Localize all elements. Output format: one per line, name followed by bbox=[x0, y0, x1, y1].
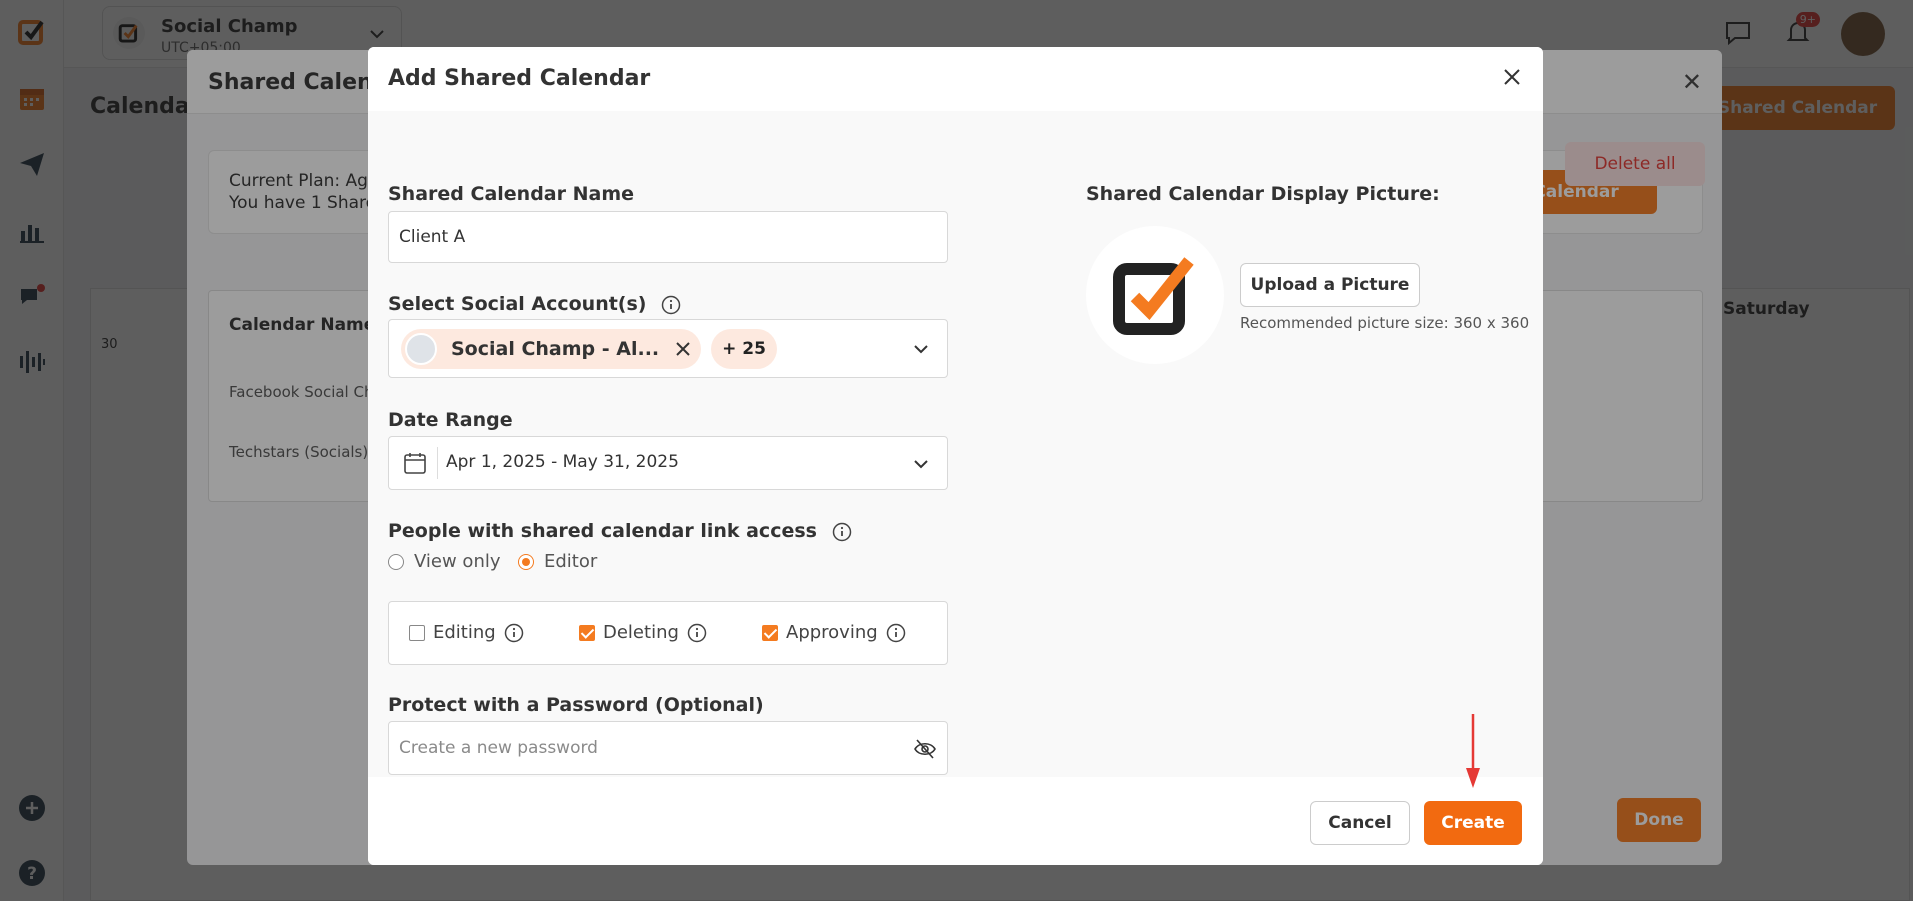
modal-title: Add Shared Calendar bbox=[388, 66, 651, 91]
radio-view-only-circle bbox=[388, 553, 404, 570]
radio-view-only[interactable]: View only bbox=[388, 551, 501, 572]
deleting-checkbox-box bbox=[579, 624, 595, 641]
divider bbox=[437, 447, 438, 479]
more-accounts-count[interactable]: + 25 bbox=[711, 329, 777, 369]
editing-label: Editing bbox=[433, 622, 496, 643]
social-accounts-select[interactable]: Social Champ - Al... + 25 bbox=[388, 319, 948, 378]
chevron-down-icon bbox=[914, 460, 928, 469]
deleting-checkbox[interactable]: Deleting bbox=[579, 622, 707, 643]
date-range-value: Apr 1, 2025 - May 31, 2025 bbox=[446, 452, 679, 472]
info-icon[interactable] bbox=[832, 522, 852, 542]
eye-off-icon[interactable] bbox=[913, 737, 937, 761]
radio-editor-circle bbox=[518, 553, 534, 570]
calendar-name-label: Shared Calendar Name bbox=[388, 183, 635, 205]
display-picture bbox=[1086, 226, 1224, 364]
info-icon[interactable] bbox=[886, 623, 906, 643]
permissions-box: Editing Deleting Approving bbox=[388, 601, 948, 665]
chevron-down-icon[interactable] bbox=[911, 339, 931, 359]
calendar-name-value: Client A bbox=[399, 227, 466, 247]
calendar-icon bbox=[404, 453, 426, 474]
date-range-label: Date Range bbox=[388, 409, 513, 431]
editing-checkbox-box bbox=[409, 624, 425, 641]
display-picture-label: Shared Calendar Display Picture: bbox=[1086, 183, 1440, 205]
password-input[interactable]: Create a new password bbox=[388, 721, 948, 775]
info-icon[interactable] bbox=[661, 295, 681, 315]
arrow-down-icon bbox=[1466, 714, 1480, 788]
approving-checkbox[interactable]: Approving bbox=[762, 622, 906, 643]
approving-label: Approving bbox=[786, 622, 878, 643]
radio-editor[interactable]: Editor bbox=[518, 551, 597, 572]
account-chip: Social Champ - Al... bbox=[401, 329, 701, 369]
remove-chip-icon[interactable] bbox=[671, 337, 695, 361]
calendar-name-input[interactable]: Client A bbox=[388, 211, 948, 263]
account-avatar bbox=[405, 333, 437, 365]
modal-body: Shared Calendar Name Client A Select Soc… bbox=[368, 111, 1543, 777]
password-label: Protect with a Password (Optional) bbox=[388, 694, 764, 716]
upload-picture-button[interactable]: Upload a Picture bbox=[1240, 263, 1420, 307]
info-icon[interactable] bbox=[504, 623, 524, 643]
social-accounts-label-text: Select Social Account(s) bbox=[388, 293, 647, 315]
radio-editor-label: Editor bbox=[544, 551, 598, 572]
access-label: People with shared calendar link access bbox=[388, 520, 852, 542]
editing-checkbox[interactable]: Editing bbox=[409, 622, 524, 643]
recommended-size-text: Recommended picture size: 360 x 360 bbox=[1240, 314, 1530, 332]
close-icon[interactable] bbox=[1499, 64, 1525, 90]
password-placeholder: Create a new password bbox=[399, 738, 598, 758]
deleting-label: Deleting bbox=[603, 622, 679, 643]
social-accounts-label: Select Social Account(s) bbox=[388, 293, 681, 315]
add-shared-calendar-modal: Add Shared Calendar Shared Calendar Name… bbox=[368, 47, 1543, 865]
radio-view-only-label: View only bbox=[414, 551, 501, 572]
cancel-button[interactable]: Cancel bbox=[1310, 801, 1410, 845]
create-button[interactable]: Create bbox=[1424, 801, 1522, 845]
approving-checkbox-box bbox=[762, 624, 778, 641]
social-champ-logo-icon bbox=[1113, 257, 1194, 335]
info-icon[interactable] bbox=[687, 623, 707, 643]
account-chip-label: Social Champ - Al... bbox=[451, 338, 660, 360]
date-range-picker[interactable]: Apr 1, 2025 - May 31, 2025 bbox=[388, 436, 948, 490]
access-label-text: People with shared calendar link access bbox=[388, 520, 817, 542]
modal-header: Add Shared Calendar bbox=[368, 47, 1543, 111]
